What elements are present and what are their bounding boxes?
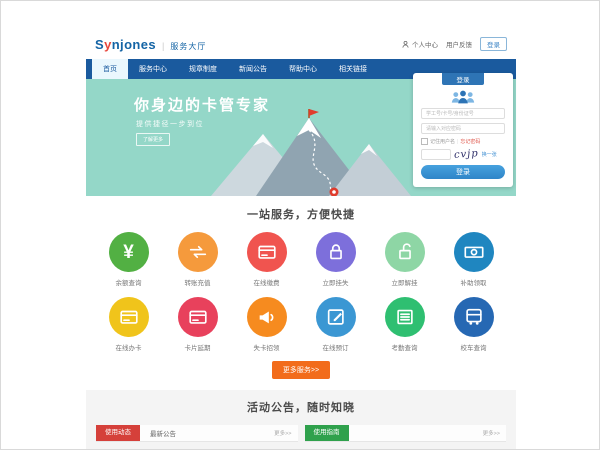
panel-secondary-tab[interactable]: 最新公告	[150, 428, 176, 438]
service-label: 在线办卡	[116, 342, 142, 352]
service-label: 立即挂失	[323, 277, 349, 287]
change-captcha-link[interactable]: 换一张	[482, 151, 497, 158]
service-item-11[interactable]: 校车查询	[439, 297, 508, 352]
page-container: Synjones | 服务大厅 个人中心 用户反馈 登录 首页服务中心规章制度新…	[86, 29, 516, 450]
remember-row: 记住用户名 | 忘记密码	[421, 138, 505, 145]
nav-item-0[interactable]: 首页	[92, 59, 128, 79]
service-label: 卡片延期	[185, 342, 211, 352]
nav-item-2[interactable]: 规章制度	[178, 59, 228, 79]
service-item-5[interactable]: 补助领取	[439, 232, 508, 287]
nav-item-4[interactable]: 帮助中心	[278, 59, 328, 79]
nav-item-5[interactable]: 相关链接	[328, 59, 378, 79]
transfer-icon	[178, 232, 218, 272]
banknote-icon	[454, 232, 494, 272]
user-center-label: 个人中心	[412, 39, 438, 49]
announcement-panel-0: 使用动态最新公告 更多>>	[96, 425, 298, 442]
bus-icon	[454, 297, 494, 337]
site-header: Synjones | 服务大厅 个人中心 用户反馈 登录	[86, 29, 516, 59]
hero-cta-button[interactable]: 了解更多	[136, 133, 170, 146]
logo-divider: |	[162, 41, 164, 51]
account-input[interactable]	[421, 108, 505, 119]
service-label: 余额查询	[116, 277, 142, 287]
panel-header: 使用指南 更多>>	[305, 425, 507, 442]
logo-text: Synjones	[95, 37, 156, 52]
logo: Synjones | 服务大厅	[95, 37, 206, 52]
panel-more-link[interactable]: 更多>>	[483, 429, 506, 437]
services-section: 一站服务，方便快捷 ¥ 余额查询 转账充值 在线缴费 立即挂失 立即解挂 补助领取在线办卡 卡…	[86, 196, 516, 390]
feedback-label: 用户反馈	[446, 39, 472, 49]
captcha-row: cvjp 换一张	[421, 149, 505, 160]
card-icon	[247, 232, 287, 272]
announcement-panel-1: 使用指南 更多>>	[305, 425, 507, 442]
page-frame: Synjones | 服务大厅 个人中心 用户反馈 登录 首页服务中心规章制度新…	[0, 0, 600, 450]
remember-divider: |	[457, 139, 458, 145]
panel-ribbon-tab[interactable]: 使用动态	[96, 425, 140, 441]
services-grid: ¥ 余额查询 转账充值 在线缴费 立即挂失 立即解挂 补助领取在线办卡 卡片延期 失卡招领 在线预…	[86, 232, 516, 352]
feedback-link[interactable]: 用户反馈	[446, 39, 472, 49]
user-center-link[interactable]: 个人中心	[401, 39, 438, 49]
panel-ribbon-tab[interactable]: 使用指南	[305, 425, 349, 441]
panel-header: 使用动态最新公告 更多>>	[96, 425, 298, 442]
announcements-title: 活动公告，随时知晓	[86, 399, 516, 415]
unlock-icon	[385, 232, 425, 272]
service-label: 失卡招领	[254, 342, 280, 352]
header-actions: 个人中心 用户反馈 登录	[401, 37, 507, 51]
service-label: 转账充值	[185, 277, 211, 287]
service-label: 校车查询	[461, 342, 487, 352]
forgot-password-link[interactable]: 忘记密码	[460, 138, 480, 145]
nav-item-3[interactable]: 新闻公告	[228, 59, 278, 79]
announcements-section: 活动公告，随时知晓 使用动态最新公告更多>>使用指南更多>>	[86, 390, 516, 450]
list-icon	[385, 297, 425, 337]
password-input[interactable]	[421, 123, 505, 134]
login-submit-button[interactable]: 登录	[421, 165, 505, 179]
service-item-7[interactable]: 卡片延期	[163, 297, 232, 352]
card-icon	[109, 297, 149, 337]
header-login-button[interactable]: 登录	[480, 37, 507, 51]
service-item-3[interactable]: 立即挂失	[301, 232, 370, 287]
megaphone-icon	[247, 297, 287, 337]
service-item-2[interactable]: 在线缴费	[232, 232, 301, 287]
announcement-panels: 使用动态最新公告更多>>使用指南更多>>	[86, 425, 516, 442]
hero-banner: 你身边的卡管专家 提供捷径一步到位 了解更多 登录	[86, 79, 516, 196]
users-icon	[448, 89, 478, 105]
service-item-6[interactable]: 在线办卡	[94, 297, 163, 352]
hero-subtitle: 提供捷径一步到位	[136, 119, 204, 129]
service-item-4[interactable]: 立即解挂	[370, 232, 439, 287]
remember-label: 记住用户名	[430, 138, 455, 145]
edit-icon	[316, 297, 356, 337]
service-item-9[interactable]: 在线预订	[301, 297, 370, 352]
captcha-image[interactable]: cvjp	[454, 148, 479, 161]
service-item-0[interactable]: ¥ 余额查询	[94, 232, 163, 287]
card-icon	[178, 297, 218, 337]
service-item-10[interactable]: 考勤查询	[370, 297, 439, 352]
remember-checkbox[interactable]	[421, 138, 428, 145]
service-label: 在线预订	[323, 342, 349, 352]
lock-icon	[316, 232, 356, 272]
mountain-illustration	[201, 108, 416, 196]
more-services-button[interactable]: 更多服务>>	[272, 361, 330, 379]
captcha-input[interactable]	[421, 149, 451, 160]
service-label: 考勤查询	[392, 342, 418, 352]
service-label: 在线缴费	[254, 277, 280, 287]
service-label: 补助领取	[461, 277, 487, 287]
service-label: 立即解挂	[392, 277, 418, 287]
nav-item-1[interactable]: 服务中心	[128, 59, 178, 79]
login-panel: 登录 记住用户名 | 忘记密码 cvjp 换一张	[413, 73, 513, 187]
panel-more-link[interactable]: 更多>>	[274, 429, 297, 437]
person-icon	[401, 40, 410, 49]
login-tab[interactable]: 登录	[442, 73, 484, 85]
yen-icon: ¥	[109, 232, 149, 272]
services-title: 一站服务，方便快捷	[86, 206, 516, 222]
site-name: 服务大厅	[170, 41, 206, 52]
service-item-1[interactable]: 转账充值	[163, 232, 232, 287]
service-item-8[interactable]: 失卡招领	[232, 297, 301, 352]
